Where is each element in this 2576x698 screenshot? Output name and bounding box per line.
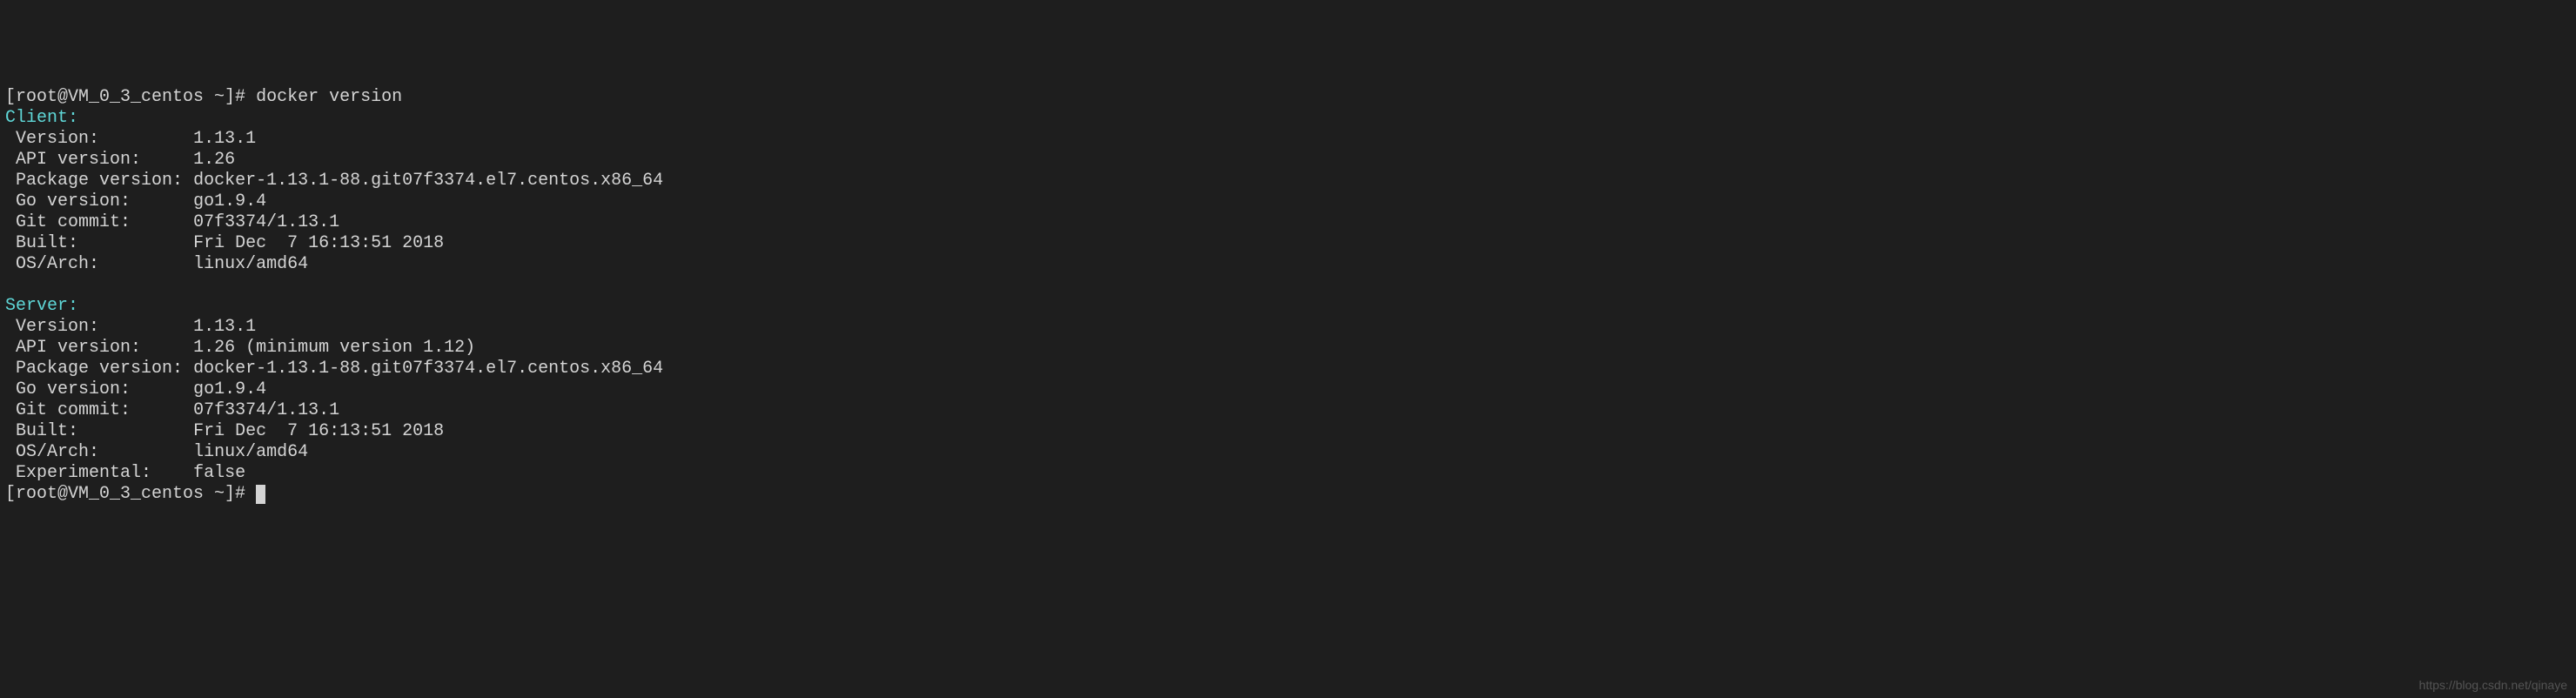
server-label: OS/Arch: — [5, 442, 183, 462]
server-value: 1.13.1 — [193, 317, 256, 337]
server-row: Git commit: 07f3374/1.13.1 — [5, 400, 2571, 421]
server-header: Server: — [5, 296, 2571, 317]
client-row: Built: Fri Dec 7 16:13:51 2018 — [5, 233, 2571, 254]
client-label: Built: — [5, 233, 183, 253]
server-value: docker-1.13.1-88.git07f3374.el7.centos.x… — [193, 359, 663, 379]
server-value: 07f3374/1.13.1 — [193, 400, 339, 420]
client-value: 1.26 — [193, 150, 235, 170]
prompt-user-host: [root@VM_0_3_centos ~]# — [5, 87, 245, 107]
server-row: Go version: go1.9.4 — [5, 379, 2571, 400]
server-label: API version: — [5, 338, 183, 358]
server-label: Git commit: — [5, 400, 183, 420]
client-value: go1.9.4 — [193, 191, 266, 211]
server-label: Version: — [5, 317, 183, 337]
client-value: 07f3374/1.13.1 — [193, 212, 339, 232]
server-row: Version: 1.13.1 — [5, 317, 2571, 338]
client-value: docker-1.13.1-88.git07f3374.el7.centos.x… — [193, 171, 663, 191]
client-label: Package version: — [5, 171, 183, 191]
watermark-text: https://blog.csdn.net/qinaye — [2419, 678, 2567, 693]
server-value: go1.9.4 — [193, 379, 266, 399]
server-row: API version: 1.26 (minimum version 1.12) — [5, 338, 2571, 359]
server-value: 1.26 (minimum version 1.12) — [193, 338, 475, 358]
client-value: 1.13.1 — [193, 129, 256, 149]
client-label: Git commit: — [5, 212, 183, 232]
server-row: Package version: docker-1.13.1-88.git07f… — [5, 359, 2571, 379]
server-label: Built: — [5, 421, 183, 441]
server-label: Package version: — [5, 359, 183, 379]
server-value: linux/amd64 — [193, 442, 308, 462]
client-value: Fri Dec 7 16:13:51 2018 — [193, 233, 444, 253]
terminal-cursor[interactable] — [256, 485, 265, 504]
server-row: OS/Arch: linux/amd64 — [5, 442, 2571, 463]
prompt-user-host-2: [root@VM_0_3_centos ~]# — [5, 484, 245, 504]
server-value: false — [193, 463, 245, 483]
client-row: Version: 1.13.1 — [5, 129, 2571, 150]
client-label: Go version: — [5, 191, 183, 211]
blank-line — [5, 275, 2571, 296]
server-row: Experimental: false — [5, 463, 2571, 484]
client-row: Go version: go1.9.4 — [5, 191, 2571, 212]
client-row: Package version: docker-1.13.1-88.git07f… — [5, 171, 2571, 191]
client-label: API version: — [5, 150, 183, 170]
client-header: Client: — [5, 108, 2571, 129]
prompt-line-1: [root@VM_0_3_centos ~]# docker version — [5, 87, 2571, 108]
server-label: Go version: — [5, 379, 183, 399]
entered-command: docker version — [256, 87, 402, 107]
prompt-line-2[interactable]: [root@VM_0_3_centos ~]# — [5, 484, 2571, 505]
client-row: API version: 1.26 — [5, 150, 2571, 171]
server-value: Fri Dec 7 16:13:51 2018 — [193, 421, 444, 441]
server-row: Built: Fri Dec 7 16:13:51 2018 — [5, 421, 2571, 442]
client-row: Git commit: 07f3374/1.13.1 — [5, 212, 2571, 233]
client-row: OS/Arch: linux/amd64 — [5, 254, 2571, 275]
server-label: Experimental: — [5, 463, 183, 483]
client-label: Version: — [5, 129, 183, 149]
client-value: linux/amd64 — [193, 254, 308, 274]
client-label: OS/Arch: — [5, 254, 183, 274]
